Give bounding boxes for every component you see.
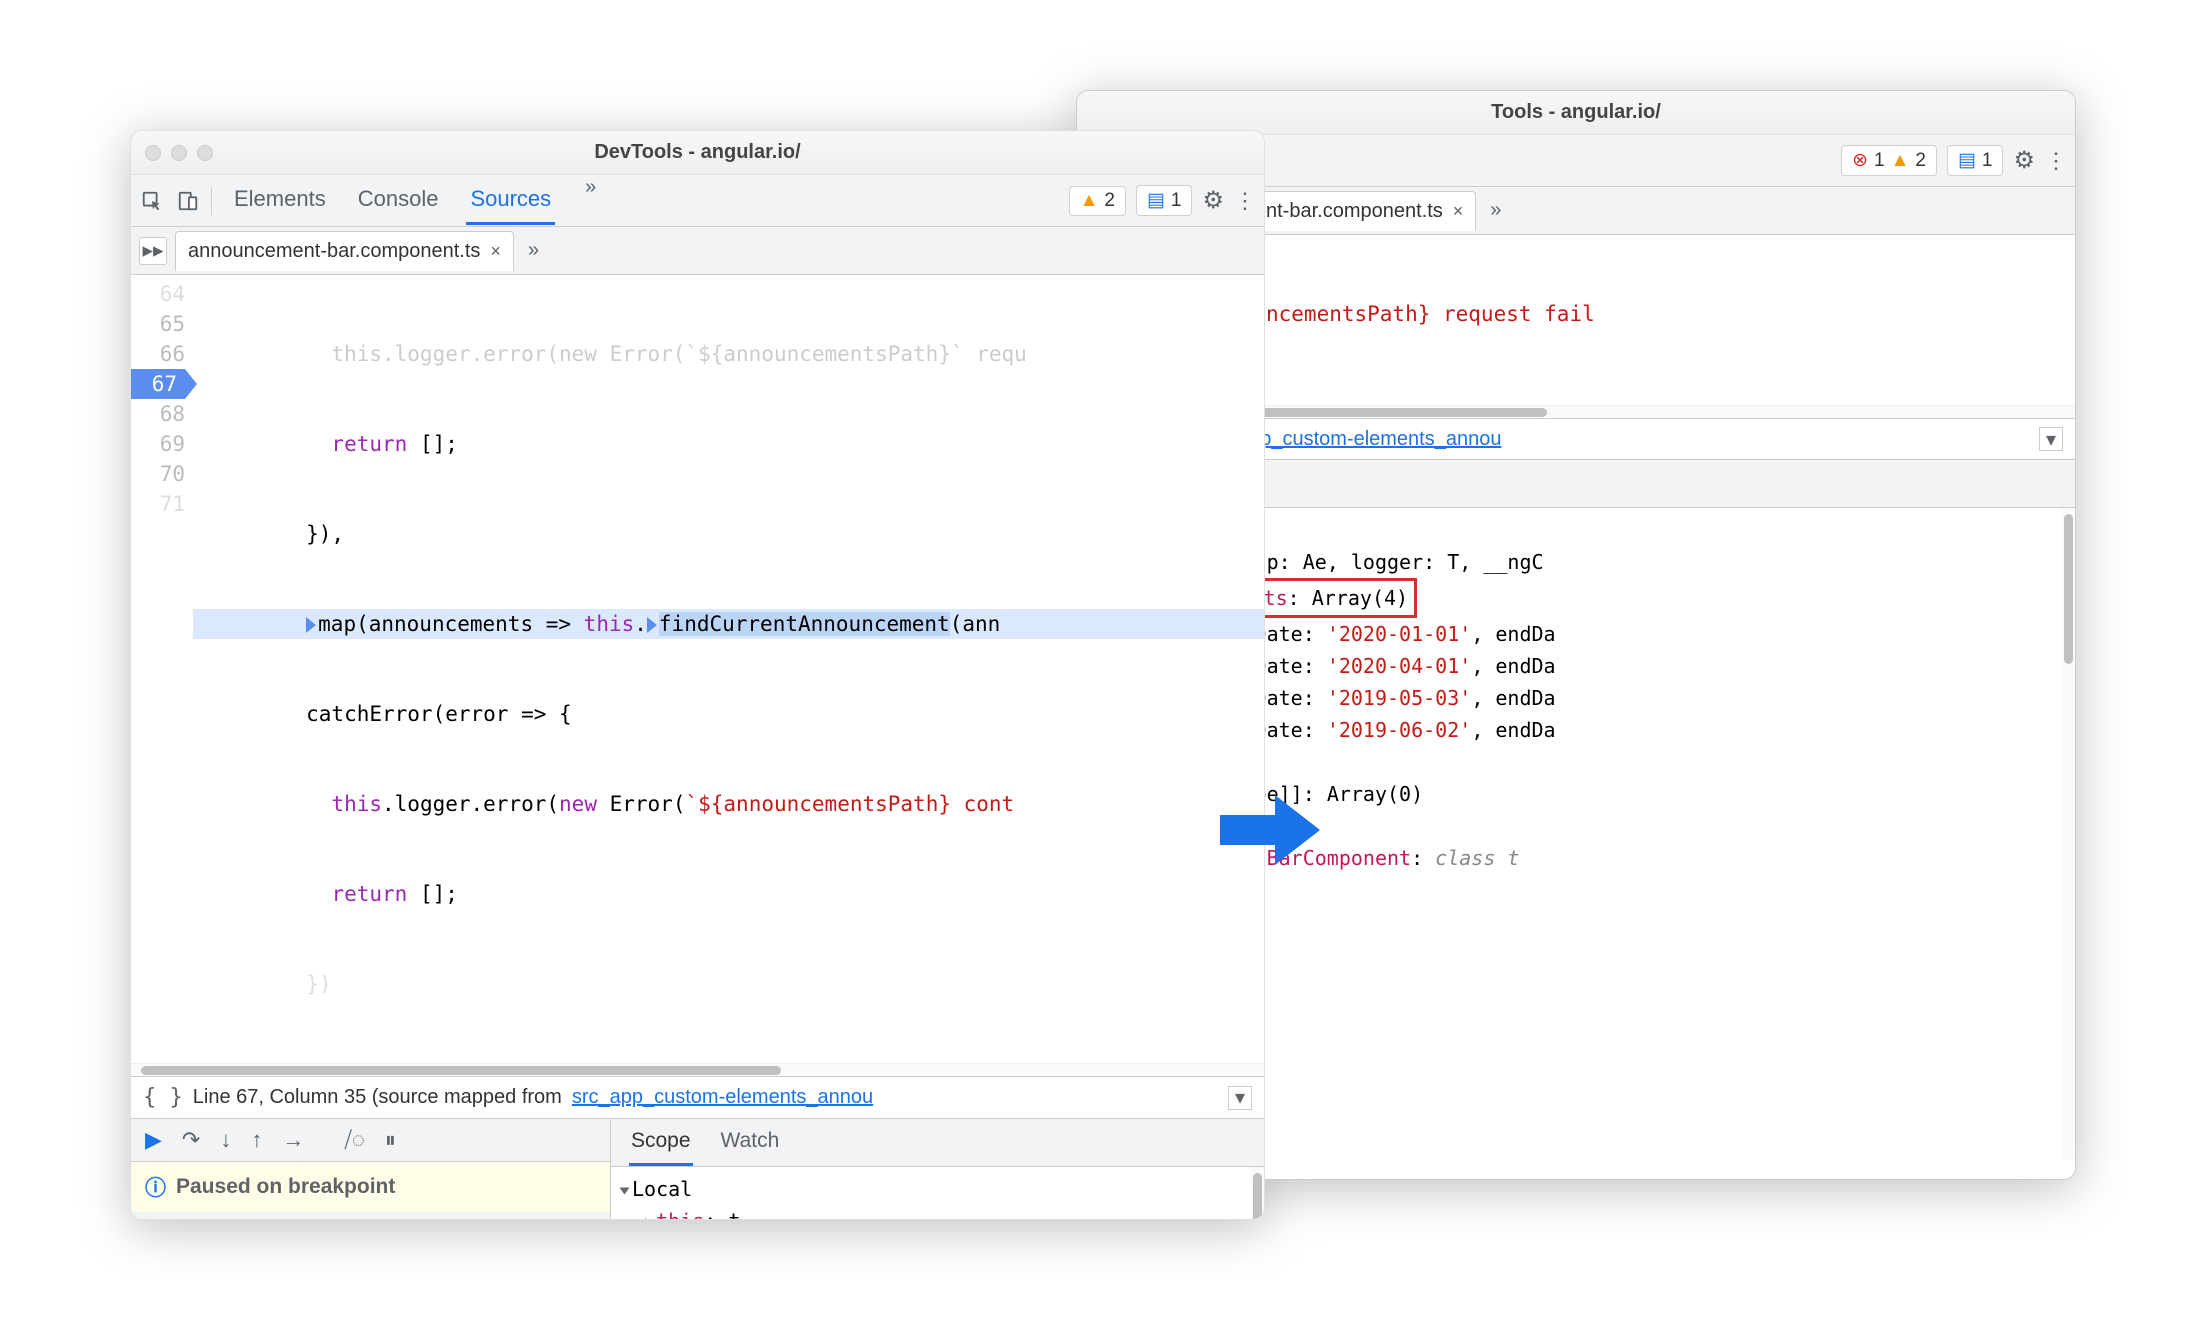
- files-overflow-icon[interactable]: »: [1484, 199, 1507, 222]
- window-title: Tools - angular.io/: [1491, 101, 1661, 124]
- file-tab-active[interactable]: announcement-bar.component.ts ×: [175, 231, 514, 271]
- show-navigator-icon[interactable]: ▸▸: [139, 237, 167, 265]
- status-line: { } Line 67, Column 35 (source mapped fr…: [131, 1076, 1264, 1119]
- code-line: catchError(error => {: [193, 699, 1264, 729]
- message-badge[interactable]: ▤1: [1947, 145, 2004, 176]
- status-text: Line 67, Column 35 (source mapped from: [193, 1086, 562, 1109]
- warning-icon: ▲: [1080, 190, 1099, 212]
- error-warn-badge[interactable]: ⊗ 1 ▲2: [1841, 145, 1937, 176]
- message-icon: ▤: [1147, 189, 1165, 212]
- code-gutter[interactable]: 64 65 66 67 68 69 70 71: [131, 275, 193, 1063]
- files-overflow-icon[interactable]: »: [522, 239, 545, 262]
- tabs-overflow-icon[interactable]: »: [579, 176, 602, 225]
- warn-count: 2: [1915, 150, 1926, 172]
- paused-banner: ⓘ Paused on breakpoint: [131, 1162, 610, 1213]
- warn-count: 2: [1104, 190, 1115, 212]
- error-count: 1: [1874, 150, 1885, 172]
- scope-tabs: Scope Watch: [611, 1119, 1264, 1167]
- pause-exceptions-icon[interactable]: ⏸: [385, 1127, 396, 1153]
- scope-body: Local this: t e: Array(4) 0: {startDate:…: [611, 1167, 1264, 1220]
- settings-icon[interactable]: ⚙: [1202, 186, 1224, 215]
- tab-elements[interactable]: Elements: [230, 176, 330, 225]
- pretty-print-icon[interactable]: { }: [143, 1085, 183, 1110]
- code-line: this.logger.error(new Error(`${announcem…: [193, 339, 1264, 369]
- code-line: }): [193, 969, 1264, 999]
- msg-count: 1: [1982, 150, 1993, 172]
- threads-header[interactable]: ▼Threads: [131, 1213, 610, 1220]
- tab-console[interactable]: Console: [354, 176, 443, 225]
- tab-scope[interactable]: Scope: [629, 1119, 693, 1166]
- resume-icon[interactable]: ▶: [145, 1127, 162, 1153]
- warning-badge[interactable]: ▲ 2: [1069, 186, 1126, 216]
- msg-count: 1: [1171, 190, 1182, 212]
- comparison-arrow-icon: [1220, 790, 1320, 870]
- breakpoint-marker-icon: [306, 617, 316, 633]
- code-line-current: map(announcements => this.findCurrentAnn…: [193, 609, 1264, 639]
- step-icon[interactable]: →: [282, 1127, 304, 1153]
- file-tabs: ▸▸ announcement-bar.component.ts × »: [131, 227, 1264, 275]
- debugger-sidebar: ▶ ↷ ↓ ↑ → ⧸◌ ⏸ ⓘ Paused on breakpoint ▼T…: [131, 1119, 611, 1220]
- close-icon[interactable]: ×: [1453, 201, 1464, 222]
- titlebar: Tools - angular.io/: [1077, 91, 2075, 135]
- device-icon[interactable]: [175, 188, 201, 214]
- close-icon[interactable]: ×: [490, 241, 501, 262]
- status-dropdown-icon[interactable]: ▾: [2039, 427, 2063, 451]
- horizontal-scrollbar[interactable]: [131, 1063, 1264, 1076]
- more-icon[interactable]: ⋮: [1234, 188, 1256, 214]
- step-out-icon[interactable]: ↑: [251, 1127, 262, 1153]
- tab-sources[interactable]: Sources: [466, 176, 555, 225]
- deactivate-breakpoints-icon[interactable]: ⧸◌: [344, 1127, 365, 1153]
- inspect-icon[interactable]: [139, 188, 165, 214]
- source-map-link[interactable]: src_app_custom-elements_annou: [572, 1086, 873, 1109]
- step-over-icon[interactable]: ↷: [182, 1127, 200, 1153]
- tab-watch[interactable]: Watch: [719, 1119, 782, 1166]
- titlebar: DevTools - angular.io/: [131, 131, 1264, 175]
- warning-icon: ▲: [1891, 150, 1910, 172]
- paused-text: Paused on breakpoint: [176, 1175, 395, 1199]
- more-icon[interactable]: ⋮: [2045, 148, 2067, 174]
- breakpoint-marker-icon: [647, 617, 657, 633]
- step-into-icon[interactable]: ↓: [220, 1127, 231, 1153]
- breakpoint-line: 67: [131, 369, 185, 399]
- traffic-lights: [145, 145, 213, 161]
- code-view: 64 65 66 67 68 69 70 71 this.logger.erro…: [131, 275, 1264, 1063]
- window-title: DevTools - angular.io/: [594, 141, 800, 164]
- toolbar: Elements Console Sources » ▲ 2 ▤ 1 ⚙ ⋮: [131, 175, 1264, 227]
- devtools-window-left: DevTools - angular.io/ Elements Console …: [130, 130, 1265, 1220]
- info-icon: ⓘ: [145, 1172, 166, 1202]
- message-badge[interactable]: ▤ 1: [1136, 185, 1193, 216]
- vertical-scrollbar[interactable]: [2062, 508, 2075, 1160]
- lower-pane: ▶ ↷ ↓ ↑ → ⧸◌ ⏸ ⓘ Paused on breakpoint ▼T…: [131, 1119, 1264, 1220]
- file-name: announcement-bar.component.ts: [188, 240, 480, 263]
- error-icon: ⊗: [1852, 149, 1868, 172]
- debugger-controls: ▶ ↷ ↓ ↑ → ⧸◌ ⏸: [131, 1119, 610, 1162]
- settings-icon[interactable]: ⚙: [2013, 146, 2035, 175]
- code-line: }),: [193, 519, 1264, 549]
- message-icon: ▤: [1958, 149, 1976, 172]
- vertical-scrollbar[interactable]: [1251, 1167, 1264, 1220]
- status-dropdown-icon[interactable]: ▾: [1228, 1086, 1252, 1110]
